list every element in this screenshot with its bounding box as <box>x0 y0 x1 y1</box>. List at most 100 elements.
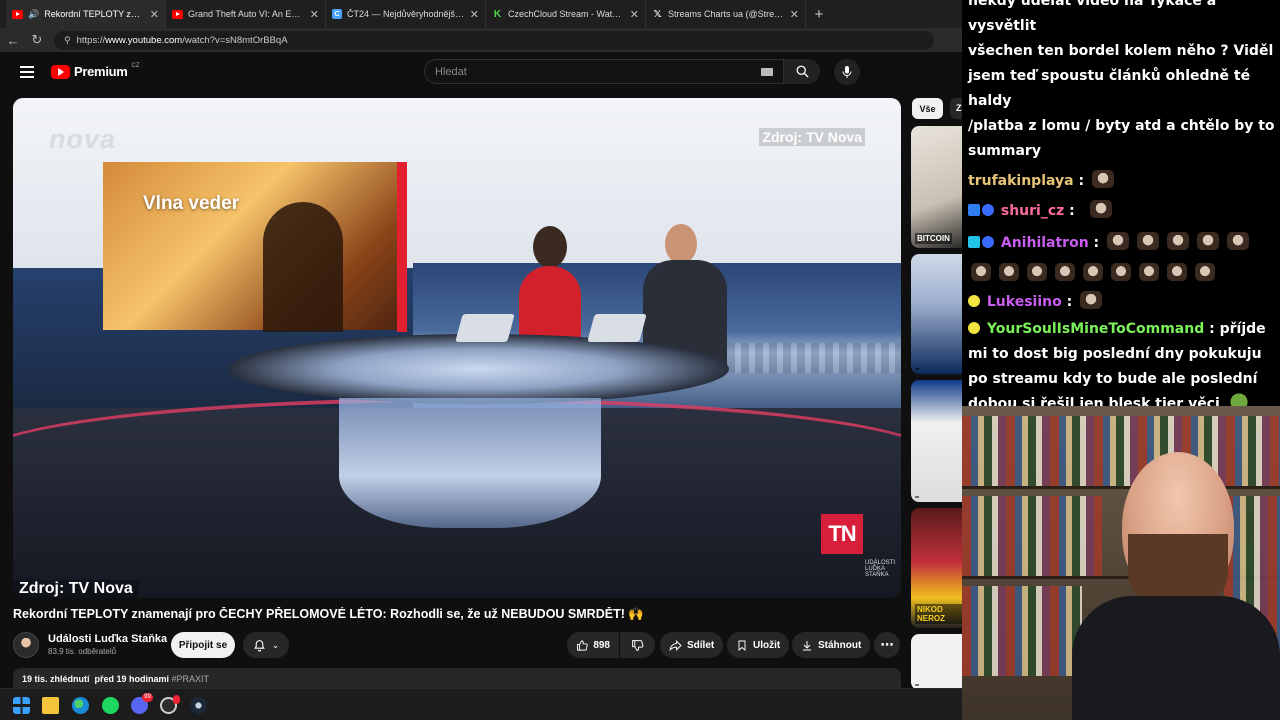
channel-name[interactable]: Události Luďka Staňka <box>48 633 167 645</box>
obs-icon[interactable] <box>160 695 180 714</box>
close-tab-icon[interactable]: ✕ <box>630 8 639 21</box>
chat-message: Lukesiino : <box>968 290 1280 315</box>
search-box[interactable]: Hledat <box>424 59 784 84</box>
speaker-icon[interactable]: 🔊 <box>28 9 39 20</box>
studio-screen-image <box>103 162 407 332</box>
thumbnail-label <box>915 684 919 686</box>
steam-icon[interactable] <box>190 697 207 714</box>
bookshelf <box>962 496 1102 576</box>
chat-message-continued: summary <box>968 143 1041 159</box>
join-button[interactable]: Připojit se <box>171 632 235 658</box>
chip-all[interactable]: Vše <box>912 98 943 119</box>
voice-search-button[interactable] <box>834 59 860 85</box>
views-and-date: 19 tis. zhlédnutí před 19 hodinami <box>22 674 170 684</box>
emote-icon <box>1195 263 1215 281</box>
tab-title: CzechCloud Stream - Watch Live o <box>508 9 625 19</box>
tab-czechcloud[interactable]: K CzechCloud Stream - Watch Live o ✕ <box>486 0 646 28</box>
chat-username: shuri_cz <box>1000 203 1065 219</box>
keyboard-icon[interactable] <box>761 68 773 76</box>
studio-screen-text: Vlna veder <box>143 193 240 214</box>
emote-icon <box>1091 170 1114 188</box>
url-field[interactable]: ⚲ https://www.youtube.com/watch?v=sN8mtO… <box>54 30 934 50</box>
description-box[interactable]: 19 tis. zhlédnutí před 19 hodinami #PRAX… <box>13 668 901 688</box>
discord-icon[interactable]: 99 <box>131 693 153 714</box>
chat-username: YourSoulIsMineToCommand <box>986 321 1205 337</box>
more-actions-button[interactable]: ⋯ <box>874 632 900 658</box>
chat-separator: : <box>1209 321 1215 337</box>
dislike-button[interactable] <box>620 632 655 658</box>
edge-browser-icon[interactable] <box>72 697 89 714</box>
chat-message-continued: někdy udělat video na Tykače a vysvětlit <box>968 0 1217 34</box>
thumbs-down-icon <box>632 639 644 651</box>
chat-separator: : <box>1069 203 1075 219</box>
url-path: /watch?v=sN8mtOrBBqA <box>182 34 288 46</box>
site-info-icon[interactable]: ⚲ <box>64 35 71 46</box>
tab-youtube-teploty[interactable]: 🔊 Rekordní TEPLOTY znamenají ✕ <box>6 0 166 28</box>
save-label: Uložit <box>753 639 781 651</box>
close-tab-icon[interactable]: ✕ <box>470 8 479 21</box>
file-explorer-icon[interactable] <box>42 697 59 714</box>
chat-message-continued: všechen ten bordel kolem něho ? Viděl <box>968 43 1274 59</box>
chat-separator: : <box>1078 173 1085 189</box>
search-input[interactable]: Hledat <box>435 66 467 78</box>
close-tab-icon[interactable]: ✕ <box>150 8 159 21</box>
hashtag[interactable]: #PRAXIT <box>172 674 210 684</box>
like-button[interactable]: 898 <box>567 632 619 658</box>
video-player[interactable]: Vlna veder nova Zdroj: TV Nova Zdroj: TV… <box>13 98 901 598</box>
source-caption-bottom: Zdroj: TV Nova <box>13 580 139 598</box>
kick-icon: K <box>493 8 502 20</box>
emote-icon <box>1089 200 1112 218</box>
thumbnail-label <box>915 496 919 498</box>
chat-message: shuri_cz : <box>968 199 1280 224</box>
emote-icon <box>1027 263 1047 281</box>
chat-message: YourSoulIsMineToCommand : příjde mi to d… <box>968 317 1280 406</box>
prediction-badge-icon <box>968 322 980 334</box>
emote-icon <box>1197 232 1220 250</box>
channel-row: Události Luďka Staňka 83,9 tis. odběrate… <box>13 630 901 660</box>
tab-gta6[interactable]: Grand Theft Auto VI: An Extended ✕ <box>166 0 326 28</box>
emote-icon <box>1107 232 1130 250</box>
chat-username: Lukesiino <box>986 294 1062 310</box>
tab-title: Streams Charts ua (@StreamsChar <box>668 9 785 19</box>
tab-title: Rekordní TEPLOTY znamenají <box>44 9 145 19</box>
notification-badge: 99 <box>142 693 153 702</box>
youtube-logo[interactable]: Premium CZ <box>51 62 140 79</box>
notification-badge <box>173 695 180 704</box>
thumbnail-label <box>915 368 919 370</box>
url-prefix: https:// <box>76 34 106 46</box>
share-button[interactable]: Sdílet <box>660 632 724 658</box>
chat-message: trufakinplaya : <box>968 169 1280 194</box>
close-tab-icon[interactable]: ✕ <box>310 8 319 21</box>
gem-badge-icon <box>968 236 980 248</box>
menu-icon[interactable] <box>20 66 34 78</box>
emote-icon <box>1055 263 1075 281</box>
tab-streamscharts[interactable]: 𝕏 Streams Charts ua (@StreamsChar ✕ <box>646 0 806 28</box>
chevron-down-icon: ⌄ <box>271 639 280 650</box>
windows-start-icon[interactable] <box>13 697 30 714</box>
video-title: Rekordní TEPLOTY znamenají pro ČECHY PŘE… <box>13 607 644 621</box>
stream-chat-overlay: někdy udělat video na Tykače a vysvětlit… <box>962 0 1280 406</box>
chat-username: Anihilatron <box>1000 235 1089 251</box>
youtube-header: Premium CZ Hledat <box>0 52 962 94</box>
new-tab-button[interactable]: + <box>806 6 832 23</box>
tab-ct24[interactable]: C ČT24 — Nejdůvěryhodnější zpravo ✕ <box>326 0 486 28</box>
region-code: CZ <box>131 62 140 69</box>
address-bar-row: ← ↻ ⚲ https://www.youtube.com/watch?v=sN… <box>0 28 962 52</box>
thumbs-up-icon <box>577 639 588 651</box>
youtube-icon <box>172 9 183 19</box>
save-button[interactable]: Uložit <box>727 632 790 658</box>
notification-button[interactable]: ⌄ <box>243 632 289 658</box>
bookshelf <box>962 586 1082 676</box>
bits-badge-icon <box>982 204 994 216</box>
streamer-shirt <box>1072 596 1280 720</box>
channel-avatar[interactable] <box>13 632 39 658</box>
reload-icon[interactable]: ↻ <box>30 32 44 48</box>
download-button[interactable]: Stáhnout <box>792 632 871 658</box>
spotify-icon[interactable] <box>102 697 119 714</box>
emote-icon <box>1167 263 1187 281</box>
close-tab-icon[interactable]: ✕ <box>790 8 799 21</box>
streamer-webcam <box>962 406 1280 720</box>
bookshelf-board <box>962 486 1280 489</box>
search-button[interactable] <box>784 59 820 84</box>
back-icon[interactable]: ← <box>6 33 20 48</box>
